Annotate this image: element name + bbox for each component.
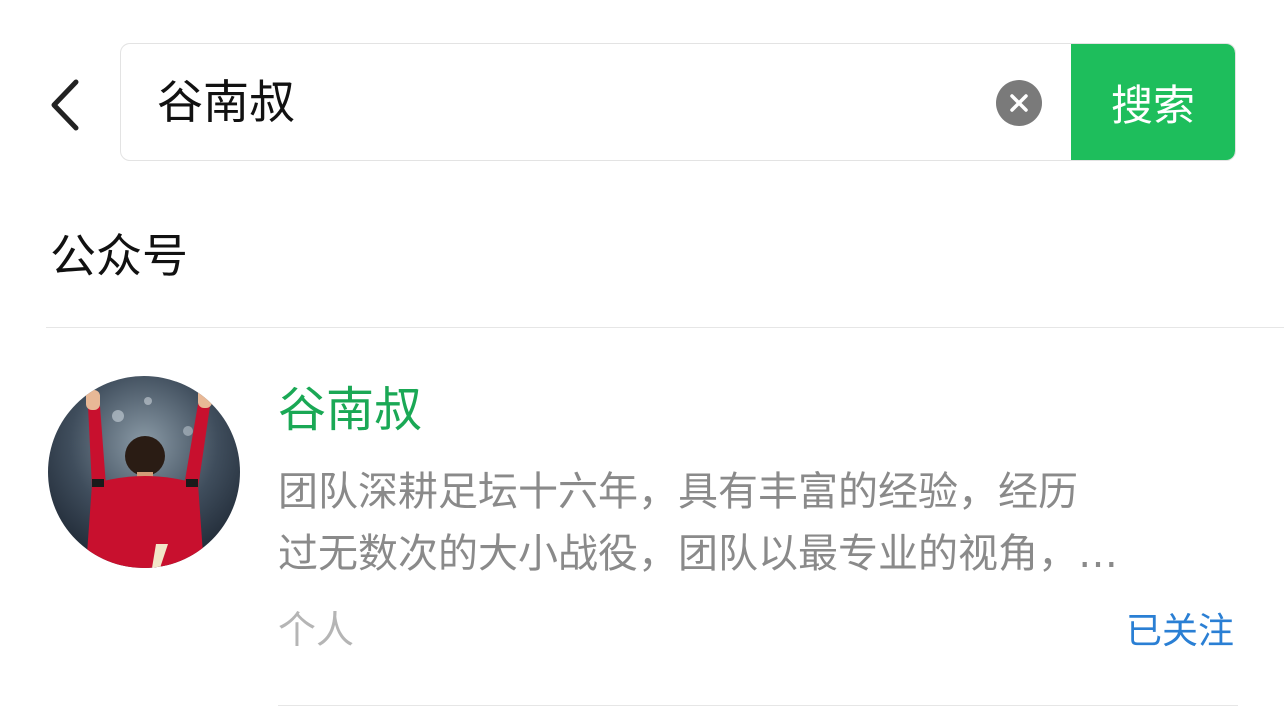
follow-status[interactable]: 已关注 xyxy=(1126,604,1234,660)
avatar xyxy=(48,376,240,568)
section-title: 公众号 xyxy=(50,229,188,283)
divider xyxy=(278,705,1238,706)
search-input[interactable] xyxy=(157,44,977,160)
result-name[interactable]: 谷南叔 xyxy=(278,378,422,442)
clear-search-button[interactable] xyxy=(996,80,1042,126)
search-button[interactable]: 搜索 xyxy=(1071,44,1235,160)
description-line: 团队深耕足坛十六年，具有丰富的经验，经历 xyxy=(278,469,1078,515)
result-description: 团队深耕足坛十六年，具有丰富的经验，经历 过无数次的大小战役，团队以最专业的视角… xyxy=(278,461,1238,585)
official-account-result[interactable]: 谷南叔 团队深耕足坛十六年，具有丰富的经验，经历 过无数次的大小战役，团队以最专… xyxy=(0,328,1284,707)
description-line: 过无数次的大小战役，团队以最专业的视角，… xyxy=(278,531,1118,577)
search-bar: 搜索 xyxy=(120,43,1236,161)
account-type-label: 个人 xyxy=(278,608,355,652)
back-button[interactable] xyxy=(40,70,90,140)
chevron-left-icon xyxy=(51,79,79,131)
close-icon xyxy=(1010,94,1028,112)
search-results-page: 搜索 公众号 xyxy=(0,0,1284,707)
